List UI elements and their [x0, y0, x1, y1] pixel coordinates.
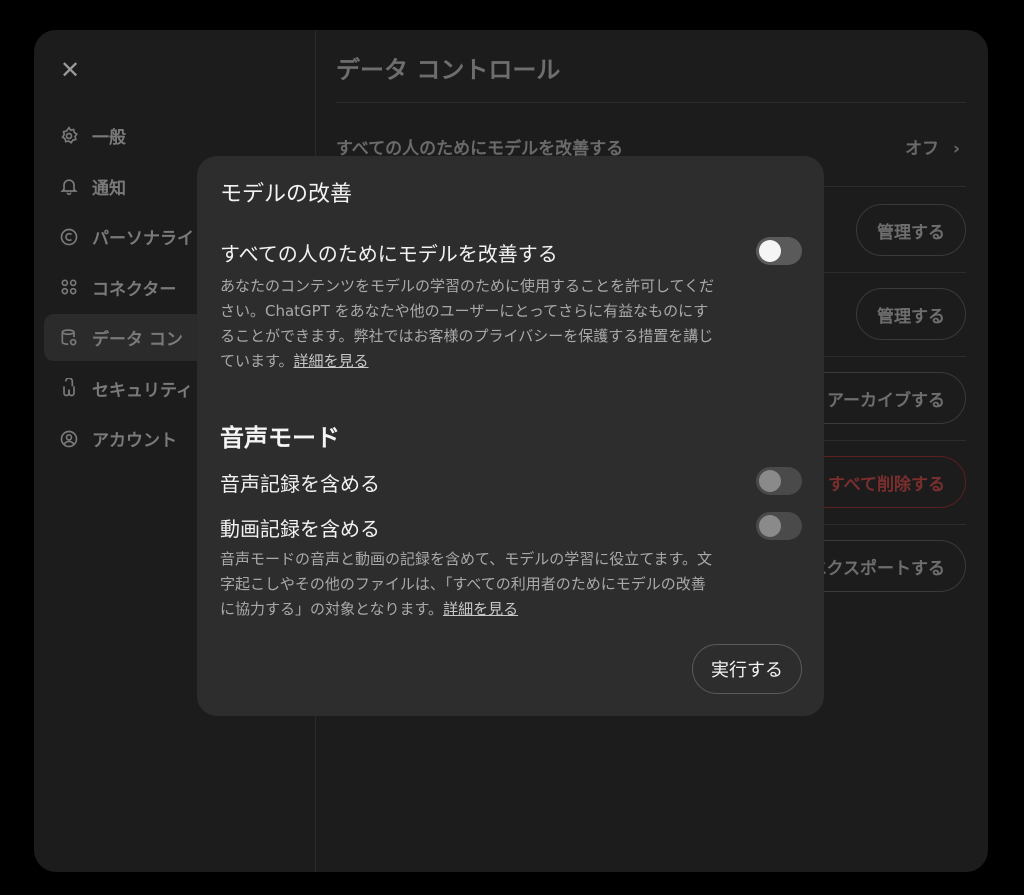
video-recording-toggle[interactable]: [756, 512, 802, 540]
video-recording-label: 動画記録を含める: [220, 517, 380, 541]
sidebar-item-label: セキュリティ: [92, 380, 193, 401]
model-improvement-dialog: モデルの改善 すべての人のためにモデルを改善する あなたのコンテンツをモデルの学…: [197, 156, 824, 716]
learn-more-link[interactable]: 詳細を見る: [443, 600, 518, 618]
manage-button-1[interactable]: 管理する: [856, 204, 966, 256]
account-icon: [58, 428, 80, 450]
voice-mode-heading: 音声モード: [220, 424, 340, 452]
database-icon: [58, 327, 80, 349]
gear-icon: [58, 125, 80, 147]
divider: [336, 102, 966, 103]
run-button[interactable]: 実行する: [692, 644, 802, 694]
shield-icon: [58, 377, 80, 399]
improve-description: あなたのコンテンツをモデルの学習のために使用することを許可してください。Chat…: [220, 274, 720, 374]
manage-button-2[interactable]: 管理する: [856, 288, 966, 340]
toggle-knob: [759, 515, 781, 537]
improve-model-toggle[interactable]: [756, 237, 802, 265]
connector-icon: [58, 276, 80, 298]
audio-recording-toggle[interactable]: [756, 467, 802, 495]
sidebar-item-label: データ コン: [92, 330, 183, 350]
sidebar-item-general[interactable]: 一般: [44, 112, 316, 159]
sidebar-item-label: コネクター: [92, 279, 177, 300]
chevron-right-icon: ›: [952, 139, 960, 159]
audio-recording-label: 音声記録を含める: [220, 472, 380, 496]
sidebar-item-label: アカウント: [92, 431, 177, 451]
page-title: データ コントロール: [336, 56, 561, 84]
improve-setting-title: すべての人のためにモデルを改善する: [220, 242, 558, 266]
dialog-title: モデルの改善: [220, 182, 353, 207]
bell-icon: [58, 175, 80, 197]
sidebar-item-label: 通知: [92, 178, 126, 199]
toggle-knob: [759, 240, 781, 262]
sidebar-item-label: パーソナライ: [92, 229, 194, 249]
close-icon[interactable]: ✕: [56, 56, 84, 84]
improve-row-status: オフ: [905, 139, 940, 159]
improve-row-value[interactable]: オフ ›: [905, 134, 960, 159]
sidebar-item-label: 一般: [92, 128, 126, 148]
personalize-icon: [58, 226, 80, 248]
voice-description: 音声モードの音声と動画の記録を含めて、モデルの学習に役立てます。文字起こしやその…: [220, 547, 720, 622]
learn-more-link[interactable]: 詳細を見る: [294, 352, 369, 370]
toggle-knob: [759, 470, 781, 492]
